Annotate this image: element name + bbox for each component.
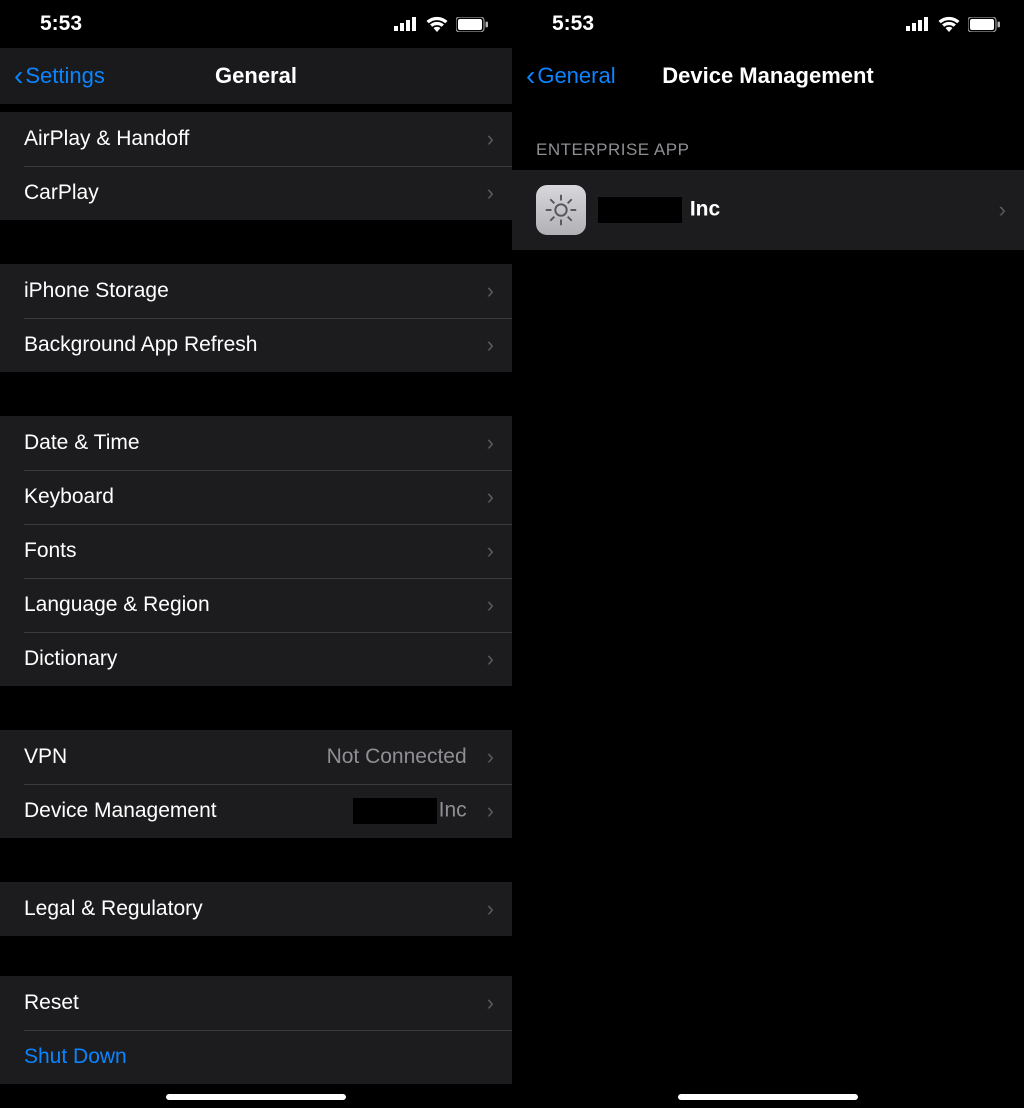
cell-dictionary[interactable]: Dictionary › bbox=[0, 632, 512, 686]
chevron-left-icon: ‹ bbox=[14, 62, 23, 90]
back-label: General bbox=[537, 63, 615, 89]
cell-device-management[interactable]: Device Management Inc › bbox=[0, 784, 512, 838]
redacted-text bbox=[598, 197, 682, 223]
cell-label: CarPlay bbox=[24, 181, 467, 205]
battery-icon bbox=[456, 17, 488, 32]
chevron-right-icon: › bbox=[487, 592, 494, 618]
chevron-right-icon: › bbox=[487, 798, 494, 824]
settings-group: VPN Not Connected › Device Management In… bbox=[0, 730, 512, 838]
cell-shut-down[interactable]: Shut Down bbox=[0, 1030, 512, 1084]
gear-icon bbox=[536, 185, 586, 235]
cell-reset[interactable]: Reset › bbox=[0, 976, 512, 1030]
chevron-right-icon: › bbox=[487, 744, 494, 770]
settings-group: Legal & Regulatory › bbox=[0, 882, 512, 936]
cell-background-app-refresh[interactable]: Background App Refresh › bbox=[0, 318, 512, 372]
chevron-right-icon: › bbox=[999, 197, 1006, 223]
cell-iphone-storage[interactable]: iPhone Storage › bbox=[0, 264, 512, 318]
cell-label: Inc bbox=[598, 197, 979, 223]
cell-label: VPN bbox=[24, 745, 315, 769]
cell-label: Language & Region bbox=[24, 593, 467, 617]
status-time: 5:53 bbox=[552, 12, 594, 36]
chevron-right-icon: › bbox=[487, 896, 494, 922]
chevron-right-icon: › bbox=[487, 278, 494, 304]
status-bar: 5:53 bbox=[512, 0, 1024, 48]
cell-label: iPhone Storage bbox=[24, 279, 467, 303]
cell-label: Dictionary bbox=[24, 647, 467, 671]
cell-vpn[interactable]: VPN Not Connected › bbox=[0, 730, 512, 784]
back-button[interactable]: ‹ General bbox=[526, 62, 616, 90]
battery-icon bbox=[968, 17, 1000, 32]
enterprise-app-list: Inc › bbox=[512, 170, 1024, 250]
cell-label: Date & Time bbox=[24, 431, 467, 455]
chevron-right-icon: › bbox=[487, 990, 494, 1016]
chevron-right-icon: › bbox=[487, 538, 494, 564]
cell-date-time[interactable]: Date & Time › bbox=[0, 416, 512, 470]
cell-value: Not Connected bbox=[327, 745, 467, 769]
status-bar: 5:53 bbox=[0, 0, 512, 48]
chevron-right-icon: › bbox=[487, 332, 494, 358]
chevron-right-icon: › bbox=[487, 484, 494, 510]
status-icons bbox=[394, 16, 488, 32]
navbar: ‹ Settings General bbox=[0, 48, 512, 104]
chevron-right-icon: › bbox=[487, 646, 494, 672]
back-button[interactable]: ‹ Settings bbox=[14, 62, 105, 90]
cell-label: Keyboard bbox=[24, 485, 467, 509]
cellular-signal-icon bbox=[906, 17, 930, 31]
cell-fonts[interactable]: Fonts › bbox=[0, 524, 512, 578]
cell-label: Background App Refresh bbox=[24, 333, 467, 357]
cell-value: Inc bbox=[353, 798, 467, 824]
wifi-icon bbox=[426, 16, 448, 32]
home-indicator[interactable] bbox=[166, 1094, 346, 1100]
settings-group: Reset › Shut Down bbox=[0, 976, 512, 1084]
cell-airplay-handoff[interactable]: AirPlay & Handoff › bbox=[0, 112, 512, 166]
cell-label: Device Management bbox=[24, 799, 341, 823]
settings-group: iPhone Storage › Background App Refresh … bbox=[0, 264, 512, 372]
cell-label: Fonts bbox=[24, 539, 467, 563]
wifi-icon bbox=[938, 16, 960, 32]
cell-label: Reset bbox=[24, 991, 467, 1015]
chevron-left-icon: ‹ bbox=[526, 62, 535, 90]
status-icons bbox=[906, 16, 1000, 32]
chevron-right-icon: › bbox=[487, 430, 494, 456]
chevron-right-icon: › bbox=[487, 126, 494, 152]
dm-content[interactable]: ENTERPRISE APP Inc › bbox=[512, 104, 1024, 1108]
cell-language-region[interactable]: Language & Region › bbox=[0, 578, 512, 632]
cell-label: Legal & Regulatory bbox=[24, 897, 467, 921]
settings-group: Date & Time › Keyboard › Fonts › Languag… bbox=[0, 416, 512, 686]
settings-content[interactable]: AirPlay & Handoff › CarPlay › iPhone Sto… bbox=[0, 104, 512, 1108]
navbar: ‹ General Device Management bbox=[512, 48, 1024, 104]
back-label: Settings bbox=[25, 63, 105, 89]
cell-label: AirPlay & Handoff bbox=[24, 127, 467, 151]
status-time: 5:53 bbox=[40, 12, 82, 36]
redacted-text bbox=[353, 798, 437, 824]
cell-label: Shut Down bbox=[24, 1045, 494, 1069]
screen-general: 5:53 ‹ Settings General AirPlay & Handof… bbox=[0, 0, 512, 1108]
settings-group: AirPlay & Handoff › CarPlay › bbox=[0, 112, 512, 220]
cellular-signal-icon bbox=[394, 17, 418, 31]
cell-enterprise-profile[interactable]: Inc › bbox=[512, 170, 1024, 250]
chevron-right-icon: › bbox=[487, 180, 494, 206]
section-header-enterprise-app: ENTERPRISE APP bbox=[512, 104, 1024, 170]
screen-device-management: 5:53 ‹ General Device Management ENTERPR… bbox=[512, 0, 1024, 1108]
cell-carplay[interactable]: CarPlay › bbox=[0, 166, 512, 220]
home-indicator[interactable] bbox=[678, 1094, 858, 1100]
cell-legal-regulatory[interactable]: Legal & Regulatory › bbox=[0, 882, 512, 936]
cell-keyboard[interactable]: Keyboard › bbox=[0, 470, 512, 524]
